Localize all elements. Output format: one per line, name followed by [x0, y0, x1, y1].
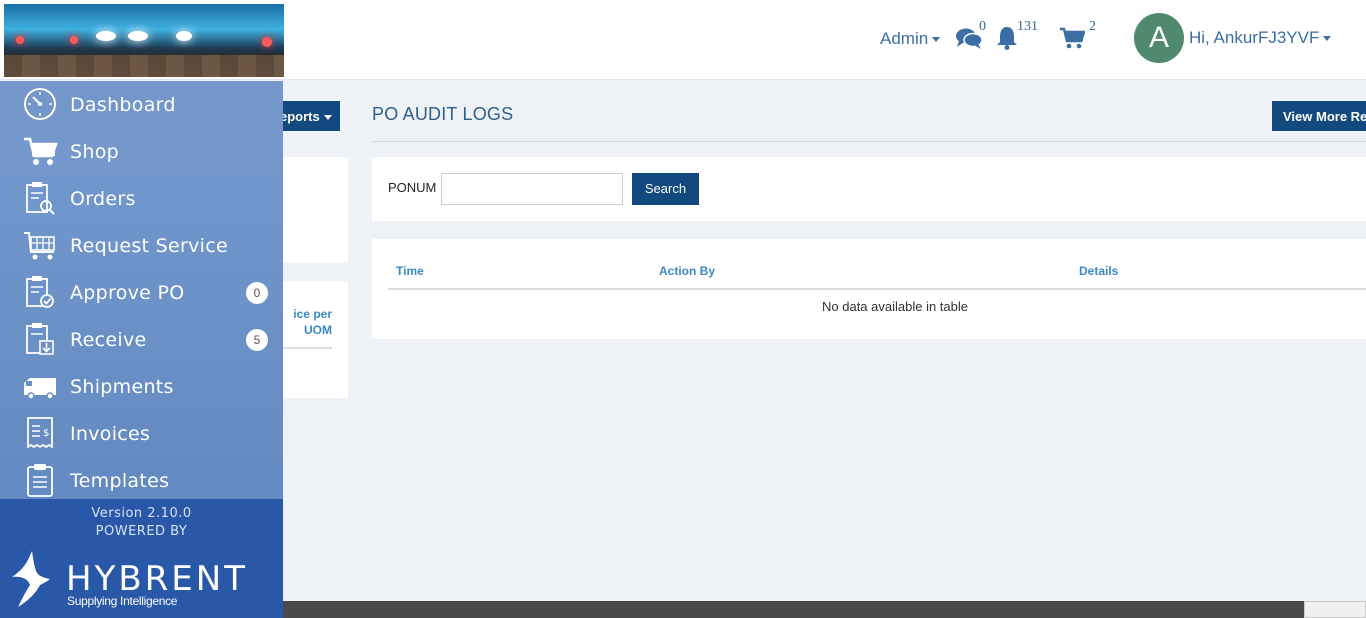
- sidebar-item-templates[interactable]: Templates: [0, 457, 283, 499]
- svg-text:$: $: [43, 428, 49, 439]
- sidebar-item-label: Invoices: [70, 423, 151, 445]
- column-header-action-by[interactable]: Action By: [659, 264, 715, 278]
- divider: [372, 141, 1366, 142]
- sidebar-item-receive[interactable]: Receive 5: [0, 316, 283, 363]
- horizontal-scrollbar-track[interactable]: [283, 601, 1366, 618]
- sidebar-item-label: Approve PO: [70, 282, 185, 304]
- empty-table-message: No data available in table: [822, 299, 968, 314]
- ponum-input[interactable]: [441, 173, 623, 205]
- sidebar-item-label: Templates: [70, 470, 170, 492]
- admin-menu[interactable]: Admin: [880, 29, 941, 49]
- chevron-down-icon: [1323, 36, 1332, 42]
- admin-label: Admin: [880, 29, 929, 48]
- clipboard-list-icon: [27, 464, 53, 497]
- clipboard-check-icon: [26, 276, 54, 308]
- page-title: PO AUDIT LOGS: [372, 104, 514, 124]
- approve-count-badge: 0: [246, 282, 268, 304]
- horizontal-scrollbar-thumb[interactable]: [1304, 601, 1366, 618]
- column-header-details[interactable]: Details: [1079, 264, 1118, 278]
- sidebar-footer: Version 2.10.0 POWERED BY HYBRENT Supply…: [0, 499, 283, 618]
- search-button[interactable]: Search: [632, 173, 699, 205]
- ponum-label: PONUM: [388, 180, 437, 195]
- avatar[interactable]: A: [1134, 13, 1184, 63]
- reports-label: eports: [280, 109, 320, 124]
- messages-count: 0: [979, 19, 986, 34]
- sidebar-item-shop[interactable]: Shop: [0, 128, 283, 175]
- left-col-header-line1: ice per: [293, 307, 332, 321]
- sidebar-item-orders[interactable]: Orders: [0, 175, 283, 222]
- logo-image[interactable]: [4, 4, 284, 77]
- sidebar-item-label: Dashboard: [70, 94, 176, 116]
- chevron-down-icon: [323, 115, 332, 121]
- bell-icon[interactable]: [995, 25, 1019, 51]
- sidebar-item-label: Request Service: [70, 235, 228, 257]
- hybrent-bird-icon: [12, 551, 50, 607]
- dashboard-icon: [24, 88, 56, 120]
- clipboard-download-icon: [26, 323, 54, 355]
- sidebar-item-label: Shop: [70, 141, 119, 163]
- left-col-header-line2: UOM: [304, 323, 332, 337]
- view-more-reports-button[interactable]: View More Rep: [1272, 101, 1366, 131]
- notifications-count: 131: [1017, 19, 1038, 34]
- cart-icon: [24, 137, 58, 165]
- sidebar-item-label: Orders: [70, 188, 136, 210]
- invoice-icon: $: [27, 417, 53, 449]
- sidebar-item-shipments[interactable]: Shipments: [0, 363, 283, 410]
- service-cart-icon: [24, 232, 55, 260]
- receive-count-badge: 5: [246, 329, 268, 351]
- search-card: PONUM Search: [372, 157, 1366, 221]
- cart-count: 2: [1089, 19, 1096, 34]
- chevron-down-icon: [932, 37, 941, 43]
- hybrent-logo-text: HYBRENT: [66, 559, 248, 599]
- greeting-label: Hi, AnkurFJ3YVF: [1189, 28, 1320, 47]
- clipboard-search-icon: [26, 182, 55, 215]
- sidebar-item-dashboard[interactable]: Dashboard: [0, 81, 283, 128]
- column-header-time[interactable]: Time: [396, 264, 424, 278]
- powered-by-label: POWERED BY: [95, 524, 188, 539]
- top-header: Admin 0 131 2 A Hi, AnkurFJ3YVF: [0, 0, 1366, 80]
- sidebar-item-label: Shipments: [70, 376, 174, 398]
- sidebar-item-label: Receive: [70, 329, 147, 351]
- hybrent-tagline: Supplying Intelligence: [67, 594, 178, 608]
- sidebar-item-request-service[interactable]: Request Service: [0, 222, 283, 269]
- sidebar-item-invoices[interactable]: $ Invoices: [0, 410, 283, 457]
- sidebar-item-approve-po[interactable]: Approve PO 0: [0, 269, 283, 316]
- user-menu[interactable]: Hi, AnkurFJ3YVF: [1189, 28, 1332, 48]
- version-label: Version 2.10.0: [91, 506, 192, 521]
- cart-icon[interactable]: [1059, 27, 1085, 49]
- divider: [388, 288, 1366, 290]
- audit-log-table: Time Action By Details No data available…: [372, 239, 1366, 339]
- truck-icon: [24, 378, 56, 400]
